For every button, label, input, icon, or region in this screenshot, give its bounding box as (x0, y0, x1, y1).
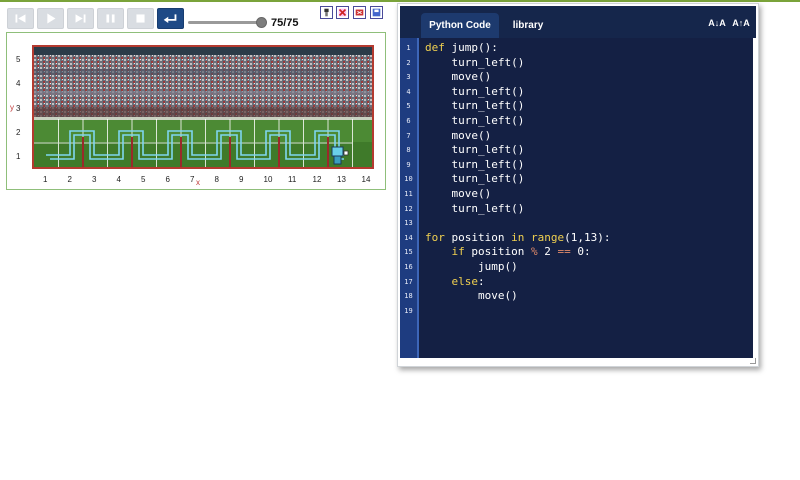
code-line[interactable]: turn_left() (425, 113, 524, 128)
stop-button[interactable] (127, 8, 154, 29)
line-number: 10 (404, 175, 413, 184)
pause-icon (106, 14, 115, 23)
y-tick-label: 4 (16, 79, 21, 89)
code-line[interactable]: if position % 2 == 0: (425, 244, 591, 259)
code-line[interactable]: move() (425, 186, 491, 201)
top-accent-line (0, 0, 800, 2)
code-line[interactable]: move() (425, 128, 491, 143)
clear-button[interactable] (353, 6, 366, 19)
x-tick-label: 4 (116, 175, 121, 184)
line-number: 7 (406, 131, 411, 140)
stadium-grid (34, 47, 372, 167)
clear-icon (355, 9, 364, 16)
font-smaller-button[interactable]: A↓A (707, 15, 727, 31)
line-number: 6 (406, 117, 411, 125)
line-number: 15 (404, 248, 413, 257)
line-number: 19 (404, 306, 413, 315)
save-icon (372, 8, 381, 17)
code-line[interactable]: jump() (425, 259, 518, 274)
x-tick-label: 12 (312, 175, 322, 184)
stop-icon (136, 14, 145, 23)
y-tick-label: 5 (16, 55, 21, 64)
line-number: 12 (404, 204, 413, 213)
skip-forward-icon (75, 14, 86, 23)
code-line[interactable]: turn_left() (425, 84, 524, 99)
code-editor-panel: Python Code library A↓A A↑A 1 2 3 4 5 6 7 8 9 10 1… (397, 3, 759, 367)
code-line[interactable]: def jump(): (425, 40, 498, 55)
line-number: 18 (404, 292, 413, 301)
x-tick-label: 6 (165, 175, 170, 184)
delete-icon (338, 8, 347, 17)
save-button[interactable] (370, 6, 383, 19)
x-tick-label: 3 (92, 175, 97, 184)
code-line[interactable]: turn_left() (425, 157, 524, 172)
play-button[interactable] (37, 8, 64, 29)
line-number: 14 (404, 233, 413, 242)
x-tick-label: 5 (141, 175, 146, 184)
step-counter: 75/75 (271, 17, 299, 29)
return-icon (163, 14, 177, 24)
robot-icon (324, 8, 329, 17)
y-axis-name: y (10, 103, 14, 112)
x-tick-label: 7 (190, 175, 195, 184)
resize-handle[interactable] (750, 358, 756, 364)
tab-library[interactable]: library (504, 13, 552, 38)
x-tick-label: 11 (288, 175, 297, 184)
x-axis-name: x (196, 178, 200, 187)
y-tick-label: 1 (16, 152, 21, 162)
code-line[interactable]: turn_left() (425, 55, 524, 70)
line-number: 3 (406, 73, 411, 82)
reset-button[interactable] (157, 8, 184, 29)
line-number-gutter: 1 2 3 4 5 6 7 8 9 10 11 12 13 14 15 16 17 18 19 (400, 38, 419, 358)
line-number: 2 (406, 58, 411, 67)
line-number: 1 (406, 44, 411, 52)
progress-slider-track[interactable] (188, 21, 262, 24)
step-forward-button[interactable] (67, 8, 94, 29)
code-line[interactable]: turn_left() (425, 201, 524, 216)
play-icon (47, 13, 56, 24)
code-line[interactable]: turn_left() (425, 142, 524, 157)
line-number: 13 (404, 219, 413, 228)
x-tick-label: 10 (263, 175, 273, 184)
x-tick-label: 14 (361, 175, 371, 184)
tab-python-code[interactable]: Python Code (421, 13, 499, 38)
line-number: 8 (406, 146, 411, 155)
delete-button[interactable] (336, 6, 349, 19)
line-number: 17 (404, 277, 413, 286)
code-line[interactable]: turn_left() (425, 171, 524, 186)
x-tick-label: 1 (43, 175, 48, 184)
code-line[interactable]: move() (425, 69, 491, 84)
world-background-image (32, 45, 374, 169)
code-line[interactable]: for position in range(1,13): (425, 230, 610, 245)
x-tick-label: 2 (67, 175, 72, 184)
y-tick-label: 2 (16, 127, 21, 137)
code-line[interactable]: else: (425, 274, 485, 289)
robot-world-panel: 54321 1 2 3 4 5 6 7 8 9 10 11 12 13 14 y x (6, 32, 386, 190)
code-line[interactable]: turn_left() (425, 98, 524, 113)
editor-tab-bar: Python Code library A↓A A↑A (400, 6, 756, 38)
font-larger-button[interactable]: A↑A (731, 15, 751, 31)
line-number: 4 (406, 87, 411, 96)
line-number: 9 (406, 160, 411, 169)
progress-slider-thumb[interactable] (256, 17, 267, 28)
skip-back-icon (15, 14, 26, 23)
code-line[interactable]: move() (425, 288, 518, 303)
line-number: 5 (406, 102, 411, 111)
y-tick-label: 3 (16, 103, 21, 113)
pause-button[interactable] (97, 8, 124, 29)
x-tick-label: 9 (239, 175, 244, 184)
code-area[interactable]: 1 2 3 4 5 6 7 8 9 10 11 12 13 14 15 16 17 18 19 def jump()… (400, 38, 753, 358)
robot-button[interactable] (320, 6, 333, 19)
x-tick-label: 8 (214, 175, 219, 184)
line-number: 16 (404, 263, 413, 271)
line-number: 11 (404, 190, 413, 198)
x-tick-label: 13 (337, 175, 346, 184)
step-back-button[interactable] (7, 8, 34, 29)
